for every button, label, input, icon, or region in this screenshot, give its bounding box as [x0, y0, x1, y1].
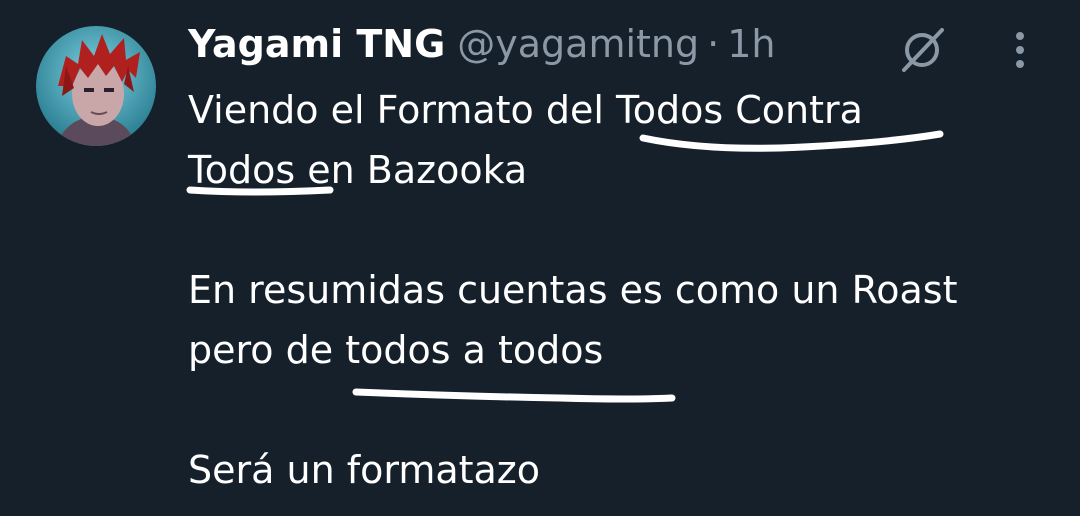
avatar[interactable]	[36, 26, 156, 146]
tweet-timestamp[interactable]: 1h	[727, 22, 775, 66]
tweet-line-4: pero de todos a todos	[188, 328, 604, 372]
avatar-image	[36, 26, 156, 146]
tweet[interactable]: Yagami TNG @yagamitng · 1h Viendo el For…	[0, 0, 1080, 516]
tweet-line-1: Viendo el Formato del Todos Contra	[188, 88, 863, 132]
more-vertical-icon[interactable]	[1006, 30, 1034, 70]
tweet-header: Yagami TNG @yagamitng · 1h	[188, 22, 776, 70]
grok-icon[interactable]	[896, 24, 948, 76]
header-separator: ·	[707, 22, 720, 66]
tweet-line-2: Todos en Bazooka	[188, 148, 528, 192]
author-display-name[interactable]: Yagami TNG	[188, 22, 445, 66]
tweet-line-5: Será un formatazo	[188, 448, 541, 492]
tweet-text: Viendo el Formato del Todos Contra Todos…	[188, 80, 1048, 500]
author-handle[interactable]: @yagamitng	[457, 22, 699, 66]
tweet-line-3: En resumidas cuentas es como un Roast	[188, 268, 958, 312]
